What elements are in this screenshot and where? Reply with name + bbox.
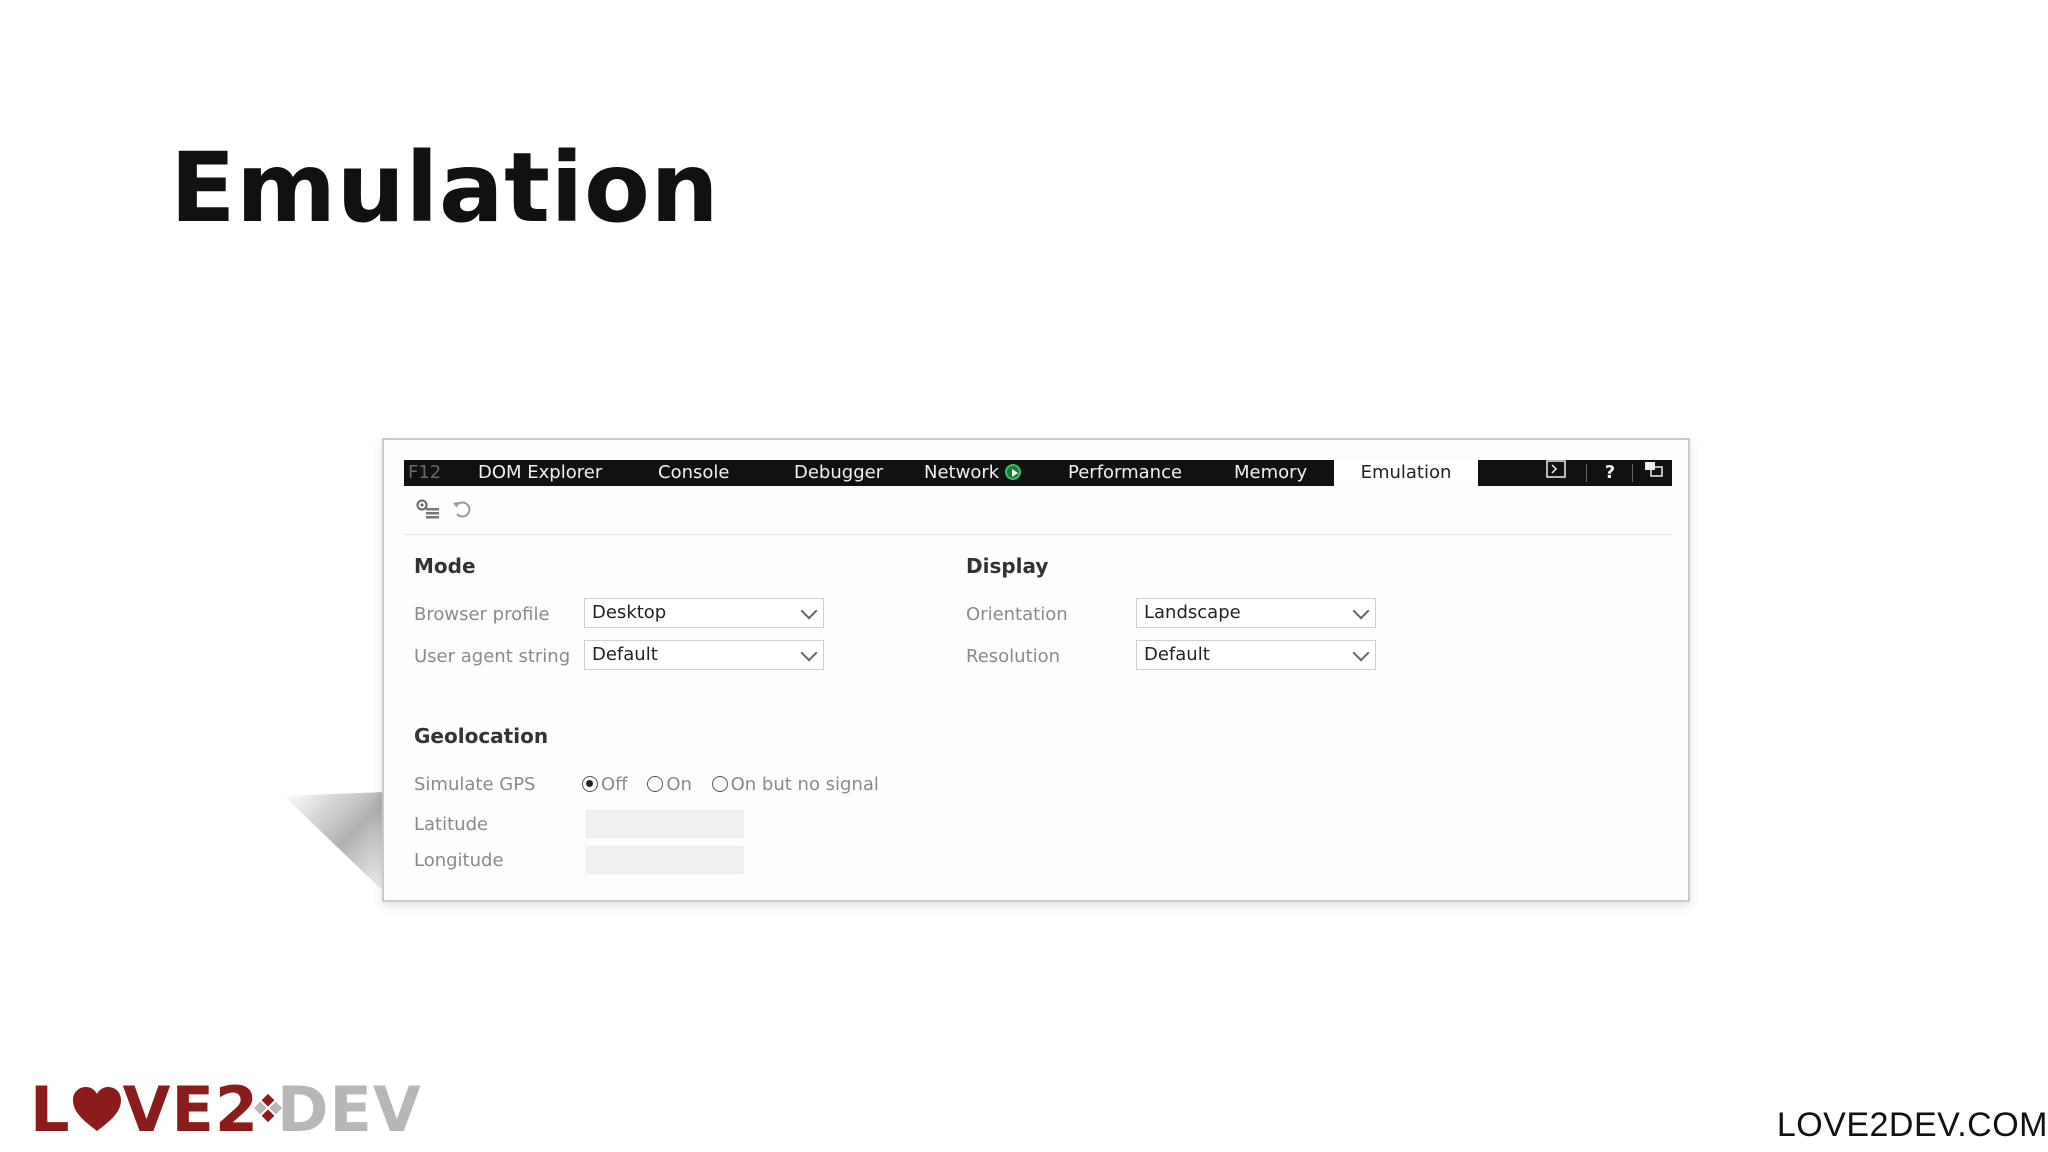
gps-radio-off-label: Off xyxy=(601,774,628,795)
chevron-down-icon xyxy=(1352,602,1370,620)
browser-profile-label: Browser profile xyxy=(414,604,550,625)
slide-title: Emulation xyxy=(170,132,720,244)
help-icon[interactable]: ? xyxy=(1596,460,1624,486)
tab-network-label: Network xyxy=(924,462,1000,483)
orientation-select[interactable]: Landscape xyxy=(1136,598,1376,628)
tab-console[interactable]: Console xyxy=(658,460,729,486)
resolution-label: Resolution xyxy=(966,646,1061,667)
longitude-input[interactable] xyxy=(586,846,744,874)
tab-memory[interactable]: Memory xyxy=(1234,460,1307,486)
simulate-gps-label: Simulate GPS xyxy=(414,774,536,795)
tab-emulation[interactable]: Emulation xyxy=(1334,460,1478,486)
toolbar-separator xyxy=(1632,464,1633,482)
devtools-panel: F12 DOM Explorer Console Debugger Networ… xyxy=(382,438,1690,902)
toolbar-divider xyxy=(404,534,1672,535)
settings-icon[interactable] xyxy=(414,498,442,526)
gps-radio-no-signal-label: On but no signal xyxy=(730,774,879,795)
heart-icon xyxy=(72,1087,121,1131)
tab-f12: F12 xyxy=(408,462,442,483)
console-icon[interactable] xyxy=(1542,460,1570,486)
gps-radio-off[interactable]: Off xyxy=(582,774,628,795)
chevron-down-icon xyxy=(800,602,818,620)
radio-empty-icon xyxy=(711,776,728,792)
orientation-value: Landscape xyxy=(1144,602,1241,623)
site-url: LOVE2DEV.COM xyxy=(1776,1106,2048,1144)
user-agent-select[interactable]: Default xyxy=(584,640,824,670)
orientation-label: Orientation xyxy=(966,604,1068,625)
mode-heading: Mode xyxy=(414,554,476,578)
longitude-label: Longitude xyxy=(414,850,504,871)
logo-text-ve2: VE2 xyxy=(122,1073,259,1146)
tab-network[interactable]: Network xyxy=(924,460,1022,486)
tab-debugger[interactable]: Debugger xyxy=(794,460,883,486)
radio-empty-icon xyxy=(647,776,664,792)
user-agent-label: User agent string xyxy=(414,646,571,667)
panel-shadow xyxy=(284,792,384,892)
resolution-select[interactable]: Default xyxy=(1136,640,1376,670)
toolbar-separator xyxy=(1586,464,1587,482)
user-agent-value: Default xyxy=(592,644,658,665)
resolution-value: Default xyxy=(1144,644,1210,665)
gps-radio-on[interactable]: On xyxy=(647,774,692,795)
gps-radio-on-label: On xyxy=(666,774,692,795)
logo-text-l: L xyxy=(30,1073,71,1146)
browser-profile-select[interactable]: Desktop xyxy=(584,598,824,628)
chevron-down-icon xyxy=(1352,644,1370,662)
latitude-input[interactable] xyxy=(586,810,744,838)
chevron-down-icon xyxy=(800,644,818,662)
geolocation-heading: Geolocation xyxy=(414,724,549,748)
browser-profile-value: Desktop xyxy=(592,602,667,623)
display-heading: Display xyxy=(966,554,1049,578)
logo-text-dev: DEV xyxy=(277,1073,422,1146)
undock-icon[interactable] xyxy=(1640,460,1668,486)
network-recording-icon xyxy=(1005,464,1022,480)
latitude-label: Latitude xyxy=(414,814,489,835)
love2dev-logo: L VE2 DEV xyxy=(30,1079,422,1141)
reset-icon[interactable] xyxy=(448,498,476,526)
tab-performance[interactable]: Performance xyxy=(1068,460,1182,486)
simulate-gps-radio-group: Off On On but no signal xyxy=(582,774,893,795)
devtools-tab-bar: F12 DOM Explorer Console Debugger Networ… xyxy=(404,460,1672,486)
gps-radio-no-signal[interactable]: On but no signal xyxy=(711,774,879,795)
radio-selected-icon xyxy=(582,776,598,792)
tab-dom-explorer[interactable]: DOM Explorer xyxy=(478,460,602,486)
